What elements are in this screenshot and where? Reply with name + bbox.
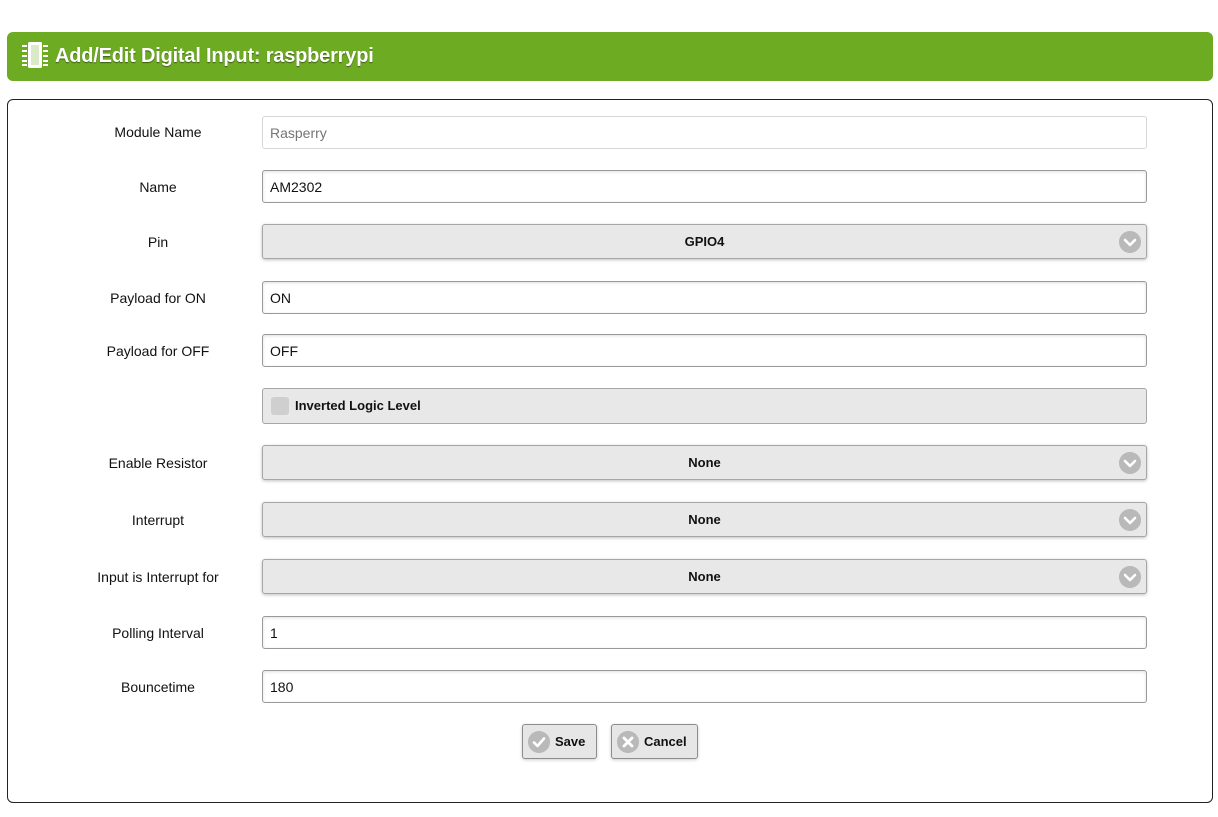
interrupt-selected-value: None	[688, 512, 721, 527]
cancel-button-label: Cancel	[644, 734, 687, 749]
enable-resistor-row: Enable Resistor None	[8, 445, 1214, 480]
bouncetime-input[interactable]	[262, 670, 1147, 703]
polling-interval-input[interactable]	[262, 616, 1147, 649]
chevron-down-icon	[1119, 566, 1141, 588]
input-interrupt-for-selected-value: None	[688, 569, 721, 584]
inverted-logic-checkbox[interactable]: Inverted Logic Level	[262, 388, 1147, 424]
inverted-logic-label: Inverted Logic Level	[295, 398, 421, 413]
polling-interval-row: Polling Interval	[8, 616, 1214, 650]
payload-off-row: Payload for OFF	[8, 334, 1214, 368]
form-panel: Module Name Name Pin GPIO4 Payload for O…	[7, 99, 1213, 803]
input-interrupt-for-row: Input is Interrupt for None	[8, 559, 1214, 594]
payload-off-input[interactable]	[262, 334, 1147, 367]
page-header: Add/Edit Digital Input: raspberrypi	[7, 32, 1213, 81]
interrupt-select[interactable]: None	[262, 502, 1147, 537]
check-icon	[528, 731, 550, 753]
save-button[interactable]: Save	[522, 724, 597, 759]
chevron-down-icon	[1119, 452, 1141, 474]
payload-on-input[interactable]	[262, 281, 1147, 314]
checkbox-box	[271, 397, 289, 415]
module-name-row: Module Name	[8, 116, 1214, 150]
interrupt-row: Interrupt None	[8, 502, 1214, 537]
page-title: Add/Edit Digital Input: raspberrypi	[55, 45, 374, 67]
close-icon	[617, 731, 639, 753]
bouncetime-row: Bouncetime	[8, 670, 1214, 704]
enable-resistor-select[interactable]: None	[262, 445, 1147, 480]
cancel-button[interactable]: Cancel	[611, 724, 698, 759]
module-name-input[interactable]	[262, 116, 1147, 149]
name-input[interactable]	[262, 170, 1147, 203]
pin-selected-value: GPIO4	[684, 234, 725, 249]
pin-select[interactable]: GPIO4	[262, 224, 1147, 259]
name-row: Name	[8, 170, 1214, 204]
payload-on-row: Payload for ON	[8, 281, 1214, 315]
save-button-label: Save	[555, 734, 586, 749]
pin-row: Pin GPIO4	[8, 224, 1214, 259]
input-interrupt-for-select[interactable]: None	[262, 559, 1147, 594]
enable-resistor-selected-value: None	[688, 455, 721, 470]
inverted-logic-row: Inverted Logic Level	[8, 388, 1214, 424]
chip-icon	[22, 42, 48, 68]
chevron-down-icon	[1119, 509, 1141, 531]
chevron-down-icon	[1119, 231, 1141, 253]
